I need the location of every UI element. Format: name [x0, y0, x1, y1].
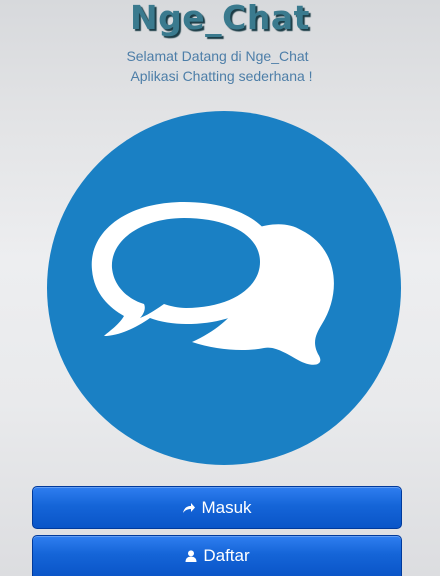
- welcome-line-2: Aplikasi Chatting sederhana !: [130, 68, 313, 84]
- user-icon: [184, 549, 198, 563]
- app-logo: [46, 110, 402, 466]
- app-title: Nge_Chat: [130, 0, 310, 37]
- daftar-button[interactable]: Daftar: [32, 535, 402, 576]
- welcome-text: Selamat Datang di Nge_Chat Aplikasi Chat…: [0, 46, 440, 86]
- welcome-line-1: Selamat Datang di Nge_Chat: [126, 48, 309, 64]
- daftar-button-label: Daftar: [203, 546, 250, 565]
- share-arrow-icon: [182, 501, 196, 515]
- masuk-button-label: Masuk: [201, 497, 252, 517]
- masuk-button[interactable]: Masuk: [32, 486, 402, 529]
- chat-bubbles-icon: [47, 111, 401, 465]
